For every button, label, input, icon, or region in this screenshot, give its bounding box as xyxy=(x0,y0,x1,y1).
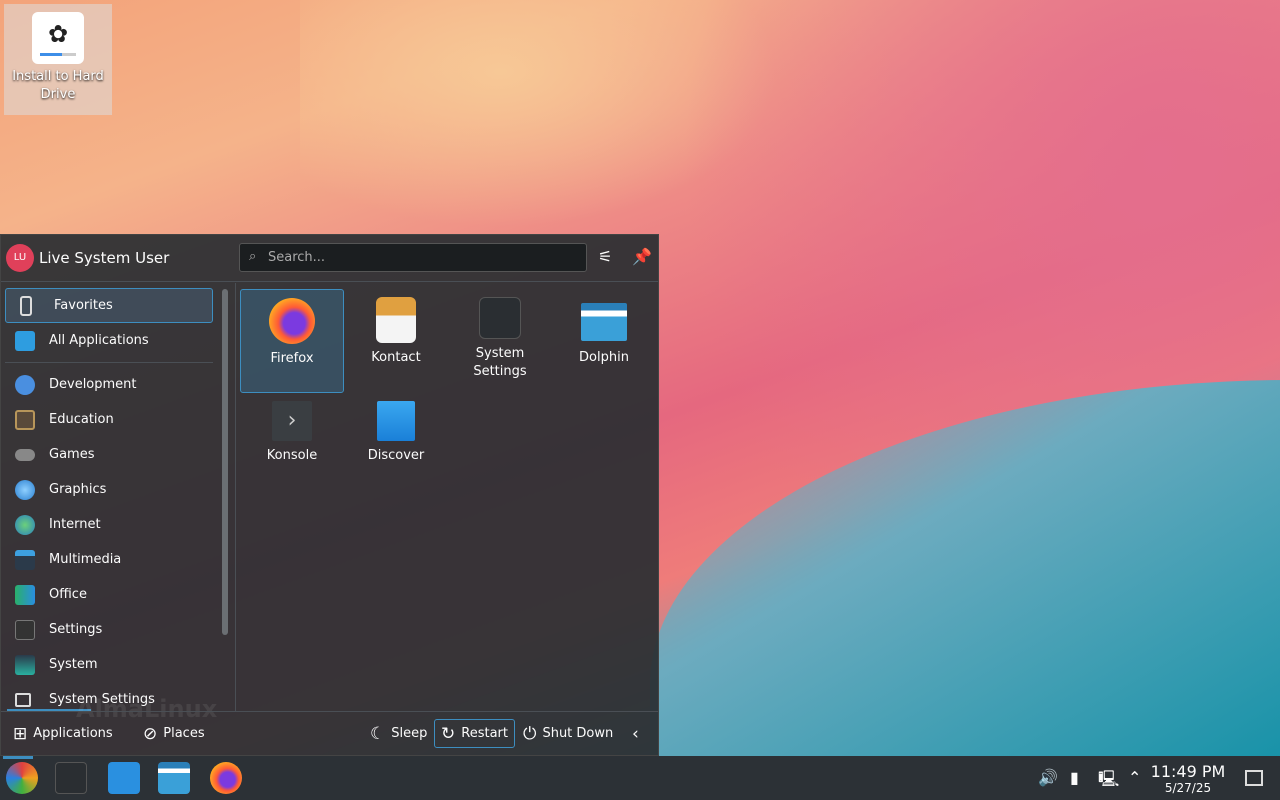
sidebar-item-education[interactable]: Education xyxy=(5,402,213,437)
taskbar: 🔊 ▮ 🖳 ⌃ 11:49 PM 5/27/25 xyxy=(0,756,1280,800)
launcher-header: LU Live System User ⌕ Search... ⚟ 📌 xyxy=(1,235,658,282)
sidebar-item-settings[interactable]: Settings xyxy=(5,612,213,647)
app-konsole[interactable]: › Konsole xyxy=(240,393,344,497)
app-firefox[interactable]: Firefox xyxy=(240,289,344,393)
divider xyxy=(5,362,213,363)
installer-icon: ✿ xyxy=(32,12,84,64)
gamepad-icon xyxy=(15,448,35,461)
tab-places[interactable]: ⊘ Places xyxy=(137,719,211,748)
restart-icon: ↻ xyxy=(441,723,456,744)
grid-icon xyxy=(15,330,35,351)
sidebar-item-office[interactable]: Office xyxy=(5,577,213,612)
sidebar-item-graphics[interactable]: Graphics xyxy=(5,472,213,507)
sleep-button[interactable]: ☾ Sleep xyxy=(364,719,433,748)
grid-icon: ⊞ xyxy=(13,723,28,744)
application-launcher-icon[interactable] xyxy=(6,762,38,794)
system-icon xyxy=(15,654,35,675)
graphics-icon xyxy=(15,479,35,500)
sidebar-scrollbar[interactable] xyxy=(222,289,228,635)
sidebar-item-system[interactable]: System xyxy=(5,647,213,682)
sidebar-item-development[interactable]: Development xyxy=(5,367,213,402)
active-indicator xyxy=(3,756,33,759)
app-dolphin[interactable]: Dolphin xyxy=(552,289,656,393)
compass-icon: ⊘ xyxy=(143,723,158,744)
app-discover[interactable]: Discover xyxy=(344,393,448,497)
tab-applications[interactable]: ⊞ Applications xyxy=(7,719,119,748)
firefox-icon xyxy=(269,298,315,344)
folder-icon xyxy=(15,692,31,707)
system-settings-icon[interactable] xyxy=(55,762,87,794)
user-name: Live System User xyxy=(39,249,170,267)
search-icon: ⌕ xyxy=(249,249,257,264)
category-sidebar: Favorites All Applications Development E… xyxy=(1,283,217,711)
app-kontact[interactable]: Kontact xyxy=(344,289,448,393)
kontact-icon xyxy=(376,297,416,343)
shutdown-button[interactable]: ⏻ Shut Down xyxy=(517,719,619,748)
sidebar-item-internet[interactable]: Internet xyxy=(5,507,213,542)
hammer-icon xyxy=(15,374,35,395)
sidebar-item-all-applications[interactable]: All Applications xyxy=(5,323,213,358)
usb-icon[interactable]: ▮ xyxy=(1070,768,1079,787)
pin-icon[interactable]: 📌 xyxy=(632,247,652,266)
volume-icon[interactable]: 🔊 xyxy=(1038,768,1058,787)
dolphin-icon[interactable] xyxy=(158,762,190,794)
configure-icon[interactable]: ⚟ xyxy=(598,247,612,266)
restart-button[interactable]: ↻ Restart xyxy=(434,719,515,748)
chevron-left-icon: ‹ xyxy=(632,723,639,744)
divider xyxy=(235,283,236,711)
chevron-up-icon[interactable]: ⌃ xyxy=(1128,768,1141,787)
discover-icon[interactable] xyxy=(108,762,140,794)
application-launcher: LU Live System User ⌕ Search... ⚟ 📌 Favor… xyxy=(0,234,659,756)
search-input[interactable]: ⌕ Search... xyxy=(239,243,587,272)
launcher-footer: ⊞ Applications ⊘ Places ☾ Sleep ↻ Restart ⏻ S… xyxy=(1,711,658,755)
multimedia-icon xyxy=(15,549,35,570)
konsole-icon: › xyxy=(272,401,312,441)
sleep-icon: ☾ xyxy=(370,723,386,744)
sidebar-item-multimedia[interactable]: Multimedia xyxy=(5,542,213,577)
dolphin-icon xyxy=(581,303,627,341)
avatar[interactable]: LU xyxy=(6,244,34,272)
sidebar-item-games[interactable]: Games xyxy=(5,437,213,472)
globe-icon xyxy=(15,514,35,535)
desktop-icon-install[interactable]: ✿ Install to Hard Drive xyxy=(4,4,112,115)
office-icon xyxy=(15,584,35,605)
network-icon[interactable]: 🖳 xyxy=(1098,768,1119,795)
app-system-settings[interactable]: System Settings xyxy=(448,289,552,393)
leave-more-button[interactable]: ‹ xyxy=(626,719,651,748)
firefox-icon[interactable] xyxy=(210,762,242,794)
discover-icon xyxy=(377,401,415,441)
settings-icon xyxy=(15,619,35,640)
education-icon xyxy=(15,409,35,430)
show-desktop-icon[interactable] xyxy=(1245,770,1263,786)
system-settings-icon xyxy=(479,297,521,339)
clock[interactable]: 11:49 PM 5/27/25 xyxy=(1150,762,1226,795)
bookmark-icon xyxy=(20,295,32,316)
sidebar-item-favorites[interactable]: Favorites xyxy=(5,288,213,323)
power-icon: ⏻ xyxy=(523,723,537,744)
